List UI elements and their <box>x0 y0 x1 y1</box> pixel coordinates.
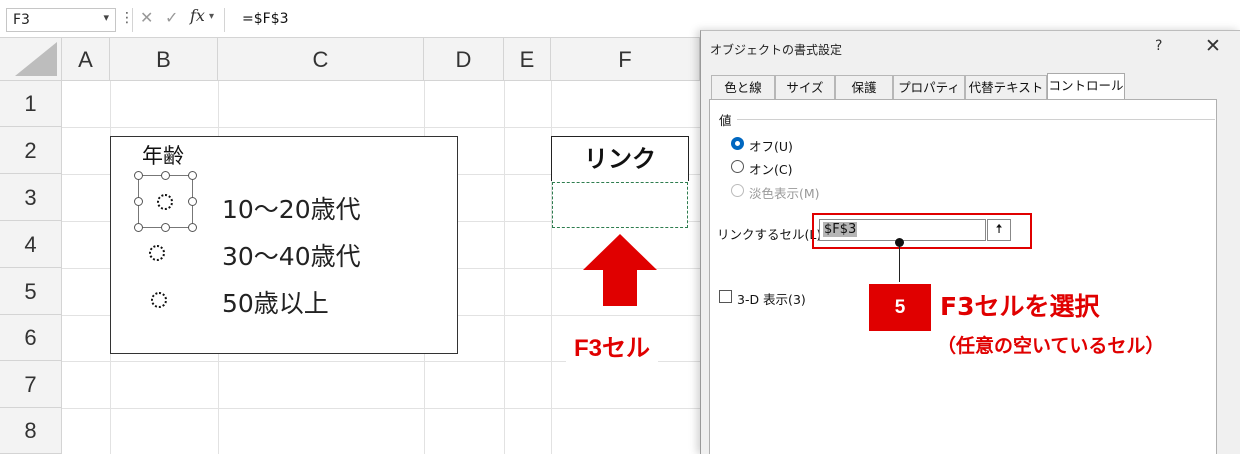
tab-alt-text[interactable]: 代替テキスト <box>965 75 1047 99</box>
divider <box>737 119 1215 120</box>
select-all-icon <box>15 42 57 76</box>
column-header-c[interactable]: C <box>218 38 424 81</box>
radio-off-label: オフ(U) <box>749 139 793 154</box>
resize-handle[interactable] <box>188 223 197 232</box>
tab-properties[interactable]: プロパティ <box>893 75 965 99</box>
name-box-value: F3 <box>13 12 30 28</box>
enter-icon[interactable]: ✓ <box>165 8 178 27</box>
radio-mixed <box>731 184 744 197</box>
resize-handle[interactable] <box>134 171 143 180</box>
divider <box>224 8 225 32</box>
cell-link-input[interactable]: $F$3 <box>819 219 986 241</box>
column-header-f[interactable]: F <box>551 38 700 81</box>
resize-handle[interactable] <box>188 197 197 206</box>
callout-title: F3セルを選択 <box>940 292 1100 321</box>
resize-handle[interactable] <box>134 197 143 206</box>
resize-handle[interactable] <box>161 223 170 232</box>
row-header-2[interactable]: 2 <box>0 127 62 174</box>
value-section-label: 値 <box>719 113 732 128</box>
cancel-icon[interactable]: ✕ <box>140 8 153 27</box>
tab-control[interactable]: コントロール <box>1047 73 1125 100</box>
tab-protection[interactable]: 保護 <box>835 75 893 99</box>
insert-function-icon[interactable]: fx <box>190 6 205 25</box>
row-header-5[interactable]: 5 <box>0 268 62 315</box>
option-label-2: 30～40歳代 <box>222 242 361 271</box>
3d-shading-checkbox[interactable] <box>719 290 732 303</box>
dialog-tabs: 色と線 サイズ 保護 プロパティ 代替テキスト コントロール <box>711 73 1231 100</box>
row-header-8[interactable]: 8 <box>0 408 62 454</box>
option-button-3[interactable] <box>151 292 167 308</box>
column-header-e[interactable]: E <box>504 38 551 81</box>
3d-shading-label: 3-D 表示(3) <box>737 292 806 307</box>
cell-link-value: $F$3 <box>823 222 858 237</box>
row-header-1[interactable]: 1 <box>0 81 62 127</box>
row-header-3[interactable]: 3 <box>0 174 62 221</box>
callout-dot <box>895 238 904 247</box>
gridline <box>62 127 702 128</box>
gridline <box>504 81 505 454</box>
option-button-2[interactable] <box>149 245 165 261</box>
callout-connector <box>899 242 900 282</box>
resize-handle[interactable] <box>188 171 197 180</box>
formula-input[interactable]: =$F$3 <box>242 11 289 27</box>
option-label-1: 10～20歳代 <box>222 195 361 224</box>
select-all-button[interactable] <box>0 38 62 81</box>
close-icon[interactable]: ✕ <box>1205 35 1221 57</box>
radio-on[interactable] <box>731 160 744 173</box>
resize-handle[interactable] <box>161 171 170 180</box>
column-header-b[interactable]: B <box>110 38 218 81</box>
row-header-4[interactable]: 4 <box>0 221 62 268</box>
radio-off[interactable] <box>731 137 744 150</box>
tab-color-line[interactable]: 色と線 <box>711 75 775 99</box>
row-header-6[interactable]: 6 <box>0 315 62 361</box>
group-box-label: 年齢 <box>136 140 190 170</box>
cell-f3[interactable] <box>552 182 688 228</box>
chevron-down-icon[interactable]: ▾ <box>209 11 214 22</box>
divider <box>132 8 133 32</box>
option-button-1[interactable] <box>157 194 173 210</box>
radio-on-label: オン(C) <box>749 162 793 177</box>
up-arrow-icon <box>583 234 657 306</box>
step-badge: 5 <box>869 284 931 331</box>
collapse-dialog-button[interactable]: 🠅 <box>987 219 1011 241</box>
format-object-dialog: オブジェクトの書式設定 ? ✕ 色と線 サイズ 保護 プロパティ 代替テキスト … <box>700 30 1240 454</box>
chevron-down-icon[interactable]: ▾ <box>103 11 109 24</box>
help-icon[interactable]: ? <box>1155 38 1162 54</box>
callout-subtitle: （任意の空いているセル） <box>937 335 1165 357</box>
gridline <box>62 408 702 409</box>
name-box[interactable]: F3 ▾ <box>6 8 116 32</box>
resize-handle[interactable] <box>134 223 143 232</box>
radio-mixed-label: 淡色表示(M) <box>749 186 820 201</box>
cell-link-label: リンクするセル(L): <box>717 227 826 242</box>
link-header-cell[interactable]: リンク <box>551 136 689 181</box>
option-label-3: 50歳以上 <box>222 289 329 318</box>
column-header-a[interactable]: A <box>62 38 110 81</box>
row-header-7[interactable]: 7 <box>0 361 62 408</box>
f3-annotation: F3セル <box>566 324 659 367</box>
column-header-d[interactable]: D <box>424 38 504 81</box>
tab-size[interactable]: サイズ <box>775 75 835 99</box>
collapse-icon: 🠅 <box>995 222 1003 237</box>
dialog-title: オブジェクトの書式設定 <box>710 43 843 57</box>
